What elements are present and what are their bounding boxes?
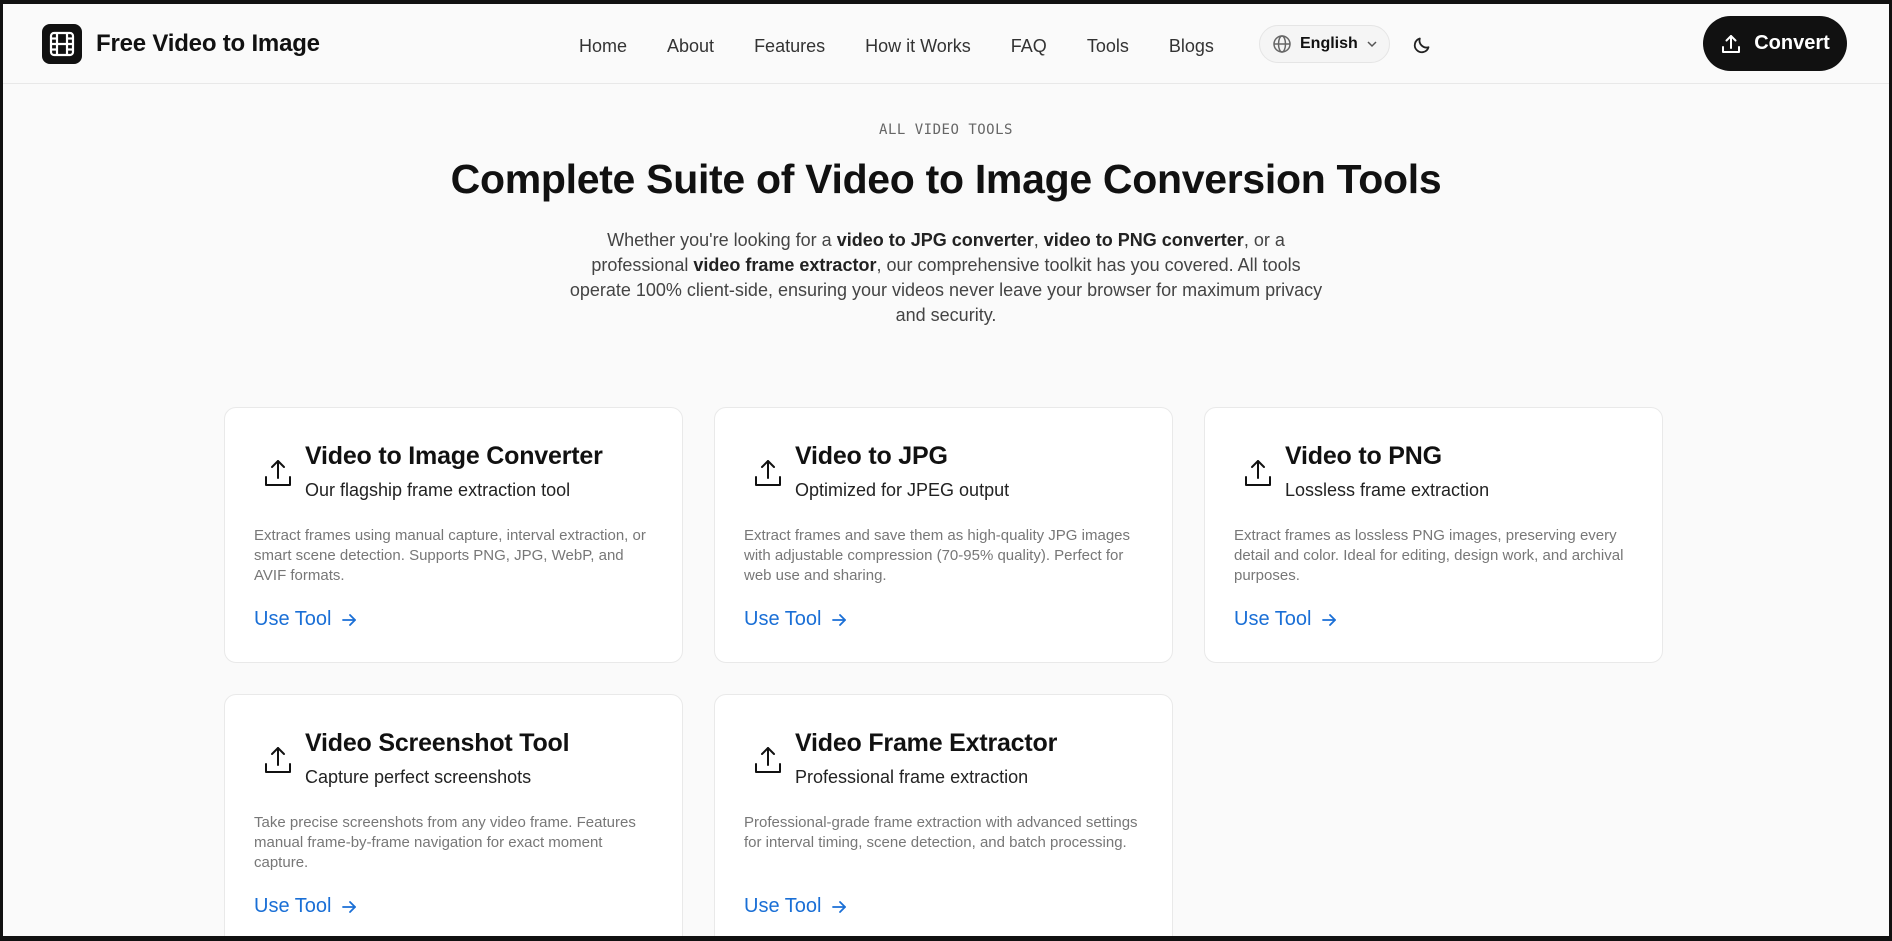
site-header: Free Video to Image Home About Features … [3,4,1889,84]
tool-title: Video Frame Extractor [795,729,1058,757]
tool-description: Extract frames as lossless PNG images, p… [1234,527,1624,584]
convert-label: Convert [1754,32,1830,54]
page-title: Complete Suite of Video to Image Convers… [450,156,1442,202]
theme-toggle[interactable] [1410,33,1434,57]
upload-icon [755,460,781,486]
convert-button[interactable]: Convert [1703,16,1847,71]
arrow-right-icon [832,900,847,913]
desc-bold: video to JPG converter [836,230,1034,250]
tool-card: Video Frame Extractor Professional frame… [714,694,1173,936]
nav-tools[interactable]: Tools [1087,28,1129,64]
nav-features[interactable]: Features [754,28,825,64]
upload-icon [265,747,291,773]
language-selector[interactable]: English [1259,25,1390,63]
upload-icon [1722,34,1741,53]
tool-subtitle: Professional frame extraction [795,767,1029,787]
tool-card: Video to PNG Lossless frame extraction E… [1204,407,1663,663]
logo[interactable]: Free Video to Image [42,24,320,64]
globe-icon [1273,35,1291,53]
use-tool-label: Use Tool [254,608,332,630]
app-name: Free Video to Image [96,30,320,57]
desc-bold: video frame extractor [693,255,877,275]
tool-title: Video to Image Converter [305,442,603,470]
tool-title: Video Screenshot Tool [305,729,570,757]
tool-description: Take precise screenshots from any video … [254,814,636,871]
chevron-down-icon [1367,41,1377,48]
tool-title: Video to PNG [1285,442,1442,470]
use-tool-link[interactable]: Use Tool [254,608,357,631]
nav-how-it-works[interactable]: How it Works [865,28,971,64]
use-tool-label: Use Tool [744,895,822,917]
use-tool-label: Use Tool [1234,608,1312,630]
nav-blogs[interactable]: Blogs [1169,28,1214,64]
tool-description: Extract frames and save them as high-qua… [744,527,1131,584]
section-eyebrow: ALL VIDEO TOOLS [879,122,1013,138]
moon-icon [1413,37,1430,54]
tool-subtitle: Optimized for JPEG output [795,480,1010,500]
desc-bold: video to PNG converter [1043,230,1244,250]
main-nav: Home About Features How it Works FAQ Too… [579,28,1254,64]
upload-icon [265,460,291,486]
tool-description: Extract frames using manual capture, int… [254,527,646,584]
use-tool-link[interactable]: Use Tool [744,895,847,918]
nav-faq[interactable]: FAQ [1011,28,1047,64]
tool-card: Video Screenshot Tool Capture perfect sc… [224,694,683,936]
arrow-right-icon [342,613,357,626]
desc-text: Whether you're looking for a [607,230,837,250]
nav-about[interactable]: About [667,28,714,64]
use-tool-link[interactable]: Use Tool [254,895,357,918]
nav-home[interactable]: Home [579,28,627,64]
use-tool-link[interactable]: Use Tool [744,608,847,631]
tool-title: Video to JPG [795,442,948,470]
arrow-right-icon [1322,613,1337,626]
hero-description: Whether you're looking for a video to JP… [569,228,1323,328]
tool-card: Video to JPG Optimized for JPEG output E… [714,407,1173,663]
use-tool-link[interactable]: Use Tool [1234,608,1337,631]
tool-subtitle: Lossless frame extraction [1285,480,1490,500]
upload-icon [755,747,781,773]
browser-viewport: Free Video to Image Home About Features … [3,4,1889,936]
tool-description: Professional-grade frame extraction with… [744,814,1138,851]
film-icon [42,24,82,64]
tool-card: Video to Image Converter Our flagship fr… [224,407,683,663]
upload-icon [1245,460,1271,486]
use-tool-label: Use Tool [744,608,822,630]
use-tool-label: Use Tool [254,895,332,917]
language-label: English [1300,35,1358,52]
arrow-right-icon [342,900,357,913]
desc-text: , [1033,230,1044,250]
tool-subtitle: Our flagship frame extraction tool [305,480,571,500]
arrow-right-icon [832,613,847,626]
tool-subtitle: Capture perfect screenshots [305,767,532,787]
